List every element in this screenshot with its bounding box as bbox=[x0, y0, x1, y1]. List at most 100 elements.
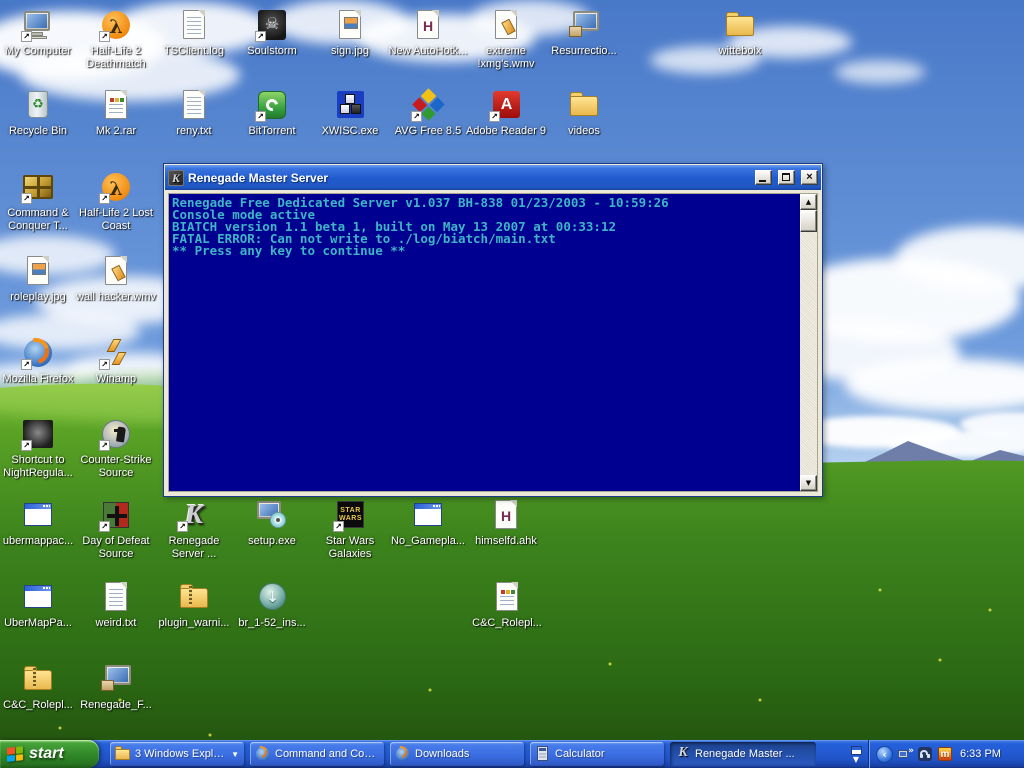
desktop-icon[interactable]: roleplay.jpg bbox=[0, 254, 80, 304]
minimize-button[interactable] bbox=[755, 170, 772, 185]
desktop-icon-label: weird.txt bbox=[74, 617, 158, 630]
maximize-button[interactable] bbox=[778, 170, 795, 185]
deskband-window-icon bbox=[851, 746, 862, 755]
desktop-icon[interactable]: videos bbox=[542, 88, 626, 138]
desktop-icon[interactable]: C&C_Rolepl... bbox=[0, 662, 80, 712]
desktop-icon[interactable]: TSClient.log bbox=[152, 8, 236, 58]
close-button[interactable]: × bbox=[801, 170, 818, 185]
desktop-icon[interactable]: No_Gamepla... bbox=[386, 498, 470, 548]
recycle-icon: ♻ bbox=[20, 88, 56, 122]
start-button[interactable]: start bbox=[0, 740, 99, 768]
desktop-icon[interactable]: weird.txt bbox=[74, 580, 158, 630]
halflife-icon: λ↗ bbox=[98, 170, 134, 204]
desktop-icon[interactable]: C&C_Rolepl... bbox=[465, 580, 549, 630]
taskbar-button[interactable]: K Renegade Master ... bbox=[670, 742, 816, 766]
desktop-icon-label: roleplay.jpg bbox=[0, 291, 80, 304]
desktop-icon[interactable]: Mk 2.rar bbox=[74, 88, 158, 138]
desktop-icon[interactable]: HNew AutoHotk... bbox=[386, 8, 470, 58]
desktop-icon[interactable]: ↓ br_1-52_ins... bbox=[230, 580, 314, 630]
desktop-icon[interactable]: Resurrectio... bbox=[542, 8, 626, 58]
desktop-icon[interactable]: wittebolx bbox=[698, 8, 782, 58]
scrollbar[interactable]: ▲ ▼ bbox=[800, 194, 817, 491]
shortcut-arrow-overlay: ↗ bbox=[21, 193, 32, 204]
desktop-icon[interactable]: STARWARS↗Star Wars Galaxies bbox=[308, 498, 392, 561]
desktop-icon-label: Mk 2.rar bbox=[74, 125, 158, 138]
desktop-icon[interactable]: ♻ Recycle Bin bbox=[0, 88, 80, 138]
desktop-icon-label: reny.txt bbox=[152, 125, 236, 138]
desktop-icon[interactable]: ↗My Computer bbox=[0, 8, 80, 58]
scroll-up-button[interactable]: ▲ bbox=[800, 194, 817, 210]
messenger-tray-icon[interactable]: m bbox=[937, 746, 953, 762]
appwindow-icon bbox=[20, 580, 56, 614]
desktop-icon[interactable]: Hhimselfd.ahk bbox=[464, 498, 548, 548]
taskbar-buttons: 3 Windows Explo... ▼ Command and Con...Dow… bbox=[110, 742, 816, 766]
taskbar-button-label: Calculator bbox=[555, 748, 659, 760]
desktop-icon[interactable]: UberMapPa... bbox=[0, 580, 80, 630]
taskbar-button-label: Renegade Master ... bbox=[695, 748, 811, 760]
desktop-icon[interactable]: λ↗Half-Life 2 Lost Coast bbox=[74, 170, 158, 233]
taskbar-button[interactable]: 3 Windows Explo... ▼ bbox=[110, 742, 244, 766]
volume-headphones-tray-icon[interactable] bbox=[917, 746, 933, 762]
desktop-icon-label: br_1-52_ins... bbox=[230, 617, 314, 630]
desktop-icon[interactable]: ubermappac... bbox=[0, 498, 80, 548]
network-tray-icon[interactable]: » bbox=[897, 746, 913, 762]
avg-icon: ↗ bbox=[410, 88, 446, 122]
scrollbar-thumb[interactable] bbox=[800, 210, 817, 232]
deskband-handle[interactable]: ▼ bbox=[845, 740, 867, 768]
renegadeK-icon: K bbox=[675, 746, 691, 762]
desktop-icon[interactable]: plugin_warni... bbox=[152, 580, 236, 630]
desktop-icon[interactable]: ↗Command & Conquer T... bbox=[0, 170, 80, 233]
desktop-icon[interactable]: wall hacker.wmv bbox=[74, 254, 158, 304]
group-dropdown-arrow-icon[interactable]: ▼ bbox=[230, 750, 239, 759]
desktop-icon[interactable]: extreme !xmg's.wmv bbox=[464, 8, 548, 71]
desktop-icon-label: Renegade_F... bbox=[74, 699, 158, 712]
desktop-icon[interactable]: ↗Day of Defeat Source bbox=[74, 498, 158, 561]
desktop-icon[interactable]: A↗ Adobe Reader 9 bbox=[464, 88, 548, 138]
hide-icons-chevron[interactable]: ‹ bbox=[876, 746, 893, 763]
desktop-icon[interactable]: ↗Winamp bbox=[74, 336, 158, 386]
taskbar-button-label: 3 Windows Explo... bbox=[135, 748, 226, 760]
setup-icon bbox=[254, 498, 290, 532]
folder-icon bbox=[722, 8, 758, 42]
shortcut-arrow-overlay: ↗ bbox=[21, 440, 32, 451]
folder-icon bbox=[566, 88, 602, 122]
window-titlebar[interactable]: K Renegade Master Server × bbox=[165, 165, 821, 190]
console-area: Renegade Free Dedicated Server v1.037 BH… bbox=[168, 193, 818, 492]
desktop-icon[interactable]: ↗BitTorrent bbox=[230, 88, 314, 138]
taskbar-button[interactable]: Downloads bbox=[390, 742, 524, 766]
desktop-icon-label: Half-Life 2 Deathmatch bbox=[74, 45, 158, 71]
adobe-icon: A↗ bbox=[488, 88, 524, 122]
shortcut-arrow-overlay: ↗ bbox=[333, 521, 344, 532]
desktop-icon-label: XWISC.exe bbox=[308, 125, 392, 138]
desktop-icon[interactable]: XWISC.exe bbox=[308, 88, 392, 138]
taskbar-button[interactable]: Command and Con... bbox=[250, 742, 384, 766]
renegadeK-icon: K↗ bbox=[176, 498, 212, 532]
desktop-icon[interactable]: setup.exe bbox=[230, 498, 314, 548]
shortcut-arrow-overlay: ↗ bbox=[21, 359, 32, 370]
desktop-icon[interactable]: λ↗Half-Life 2 Deathmatch bbox=[74, 8, 158, 71]
desktop-icon[interactable]: Renegade_F... bbox=[74, 662, 158, 712]
taskbar-clock[interactable]: 6:33 PM bbox=[960, 748, 1001, 760]
desktop-icon[interactable]: ↗Shortcut to NightRegula... bbox=[0, 417, 80, 480]
desktop-icon-label: Soulstorm bbox=[230, 45, 314, 58]
desktop-icon[interactable]: ↗AVG Free 8.5 bbox=[386, 88, 470, 138]
desktop-icon-label: Adobe Reader 9 bbox=[464, 125, 548, 138]
desktop-icon[interactable]: reny.txt bbox=[152, 88, 236, 138]
desktop-icon[interactable]: sign.jpg bbox=[308, 8, 392, 58]
shortcut-arrow-overlay: ↗ bbox=[411, 111, 422, 122]
desktop-icon[interactable]: ↗Counter-Strike Source bbox=[74, 417, 158, 480]
taskbar-button[interactable]: Calculator bbox=[530, 742, 664, 766]
desktop-icon-label: Recycle Bin bbox=[0, 125, 80, 138]
shortcut-arrow-overlay: ↗ bbox=[99, 193, 110, 204]
scroll-down-button[interactable]: ▼ bbox=[800, 475, 817, 491]
start-button-label: start bbox=[29, 745, 64, 763]
desktop-icon[interactable]: ☠↗Soulstorm bbox=[230, 8, 314, 58]
globedl-icon: ↓ bbox=[254, 580, 290, 614]
windows-flag-icon bbox=[7, 746, 23, 762]
desktop-icon[interactable]: K↗Renegade Server ... bbox=[152, 498, 236, 561]
desktop-icon[interactable]: ↗Mozilla Firefox bbox=[0, 336, 80, 386]
renegade-app-icon: K bbox=[168, 170, 184, 186]
shortcut-arrow-overlay: ↗ bbox=[99, 521, 110, 532]
console-output[interactable]: Renegade Free Dedicated Server v1.037 BH… bbox=[169, 194, 800, 491]
desktop-icon-label: wall hacker.wmv bbox=[74, 291, 158, 304]
